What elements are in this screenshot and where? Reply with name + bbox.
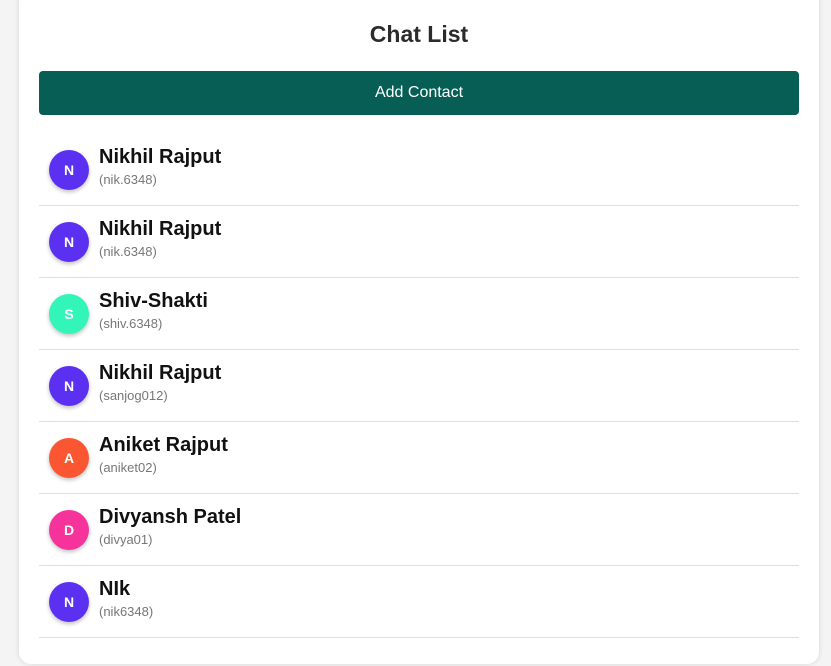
contact-name: Nikhil Rajput [99,218,222,240]
contact-item[interactable]: D Divyansh Patel (divya01) [39,494,799,566]
contact-name: Aniket Rajput [99,434,228,456]
contact-info: Divyansh Patel (divya01) [99,505,241,548]
contact-info: Shiv-Shakti (shiv.6348) [99,289,208,332]
contact-info: Nikhil Rajput (sanjog012) [99,361,221,404]
contact-info: NIk (nik6348) [99,577,153,620]
contact-info: Aniket Rajput (aniket02) [99,433,228,476]
contact-item[interactable]: N Nikhil Rajput (nik.6348) [39,206,799,278]
avatar: N [49,221,89,262]
avatar: N [49,149,89,190]
contact-item[interactable]: N NIk (nik6348) [39,566,799,638]
contact-info: Nikhil Rajput (nik.6348) [99,217,221,260]
avatar: N [49,365,89,406]
contact-username: (nik6348) [99,604,154,619]
contact-name: NIk [99,578,131,600]
avatar: N [49,581,89,622]
contact-name: Divyansh Patel [99,506,242,528]
chat-list-card: Chat List Add Contact N Nikhil Rajput (n… [19,0,819,664]
contact-username: (nik.6348) [99,244,157,259]
contact-name: Nikhil Rajput [99,362,222,384]
contact-username: (nik.6348) [99,172,157,187]
contact-username: (sanjog012) [99,388,168,403]
contact-info: Nikhil Rajput (nik.6348) [99,145,221,188]
contact-item[interactable]: S Shiv-Shakti (shiv.6348) [39,278,799,350]
contact-item[interactable]: N Nikhil Rajput (nik.6348) [39,134,799,206]
contact-username: (aniket02) [99,460,157,475]
contact-username: (divya01) [99,532,153,547]
avatar: D [49,509,89,550]
contact-item[interactable]: A Aniket Rajput (aniket02) [39,422,799,494]
contact-name: Shiv-Shakti [99,290,208,312]
avatar: S [49,293,89,334]
add-contact-button[interactable]: Add Contact [39,71,799,115]
page-title: Chat List [369,21,469,47]
avatar: A [49,437,89,478]
contact-item[interactable]: N Nikhil Rajput (sanjog012) [39,350,799,422]
contact-username: (shiv.6348) [99,316,163,331]
contact-name: Nikhil Rajput [99,146,222,168]
contact-list: N Nikhil Rajput (nik.6348) N Nikhil Rajp… [39,134,799,638]
